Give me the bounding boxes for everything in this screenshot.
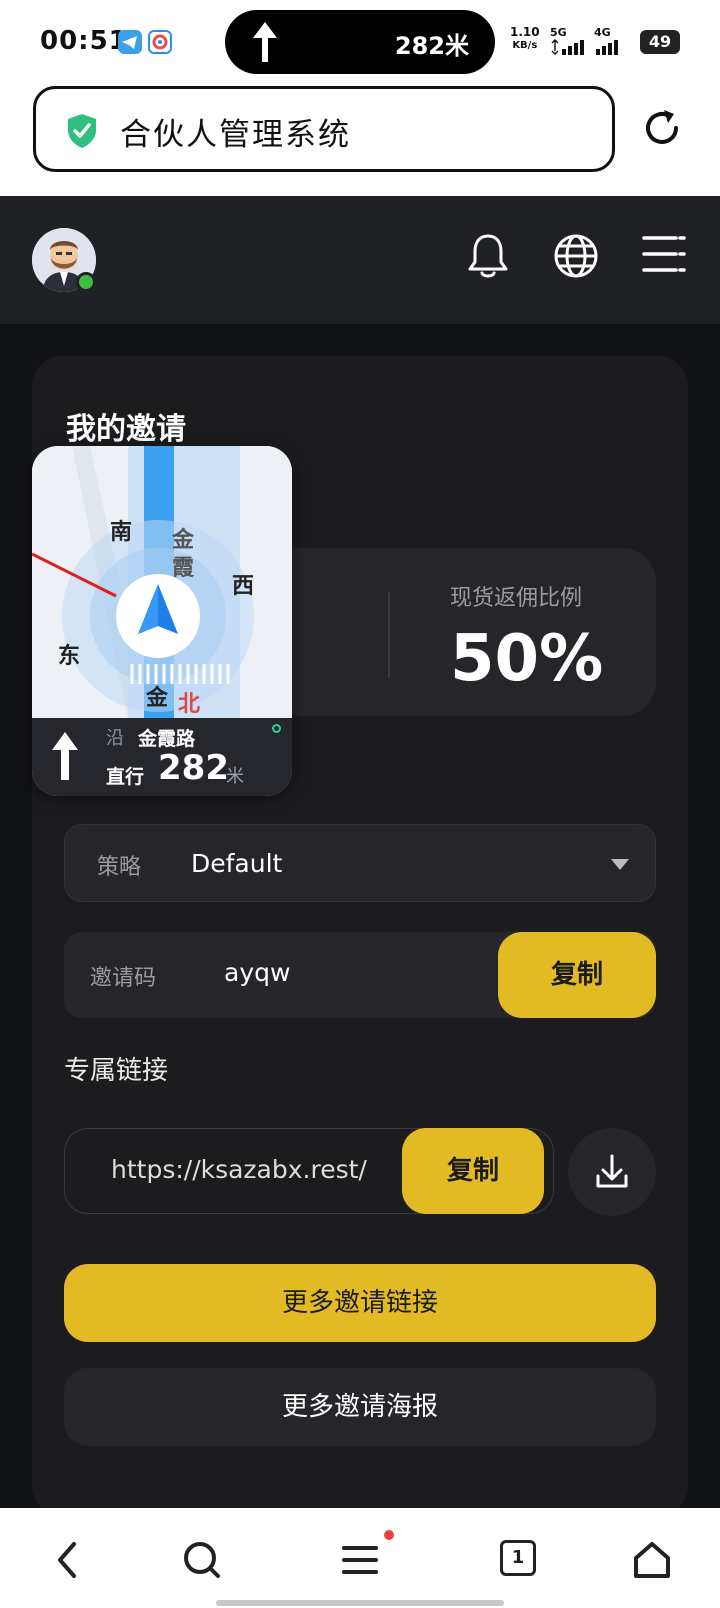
- shield-check-icon: [68, 114, 96, 148]
- battery-indicator: 49: [640, 30, 680, 54]
- download-button[interactable]: [568, 1128, 656, 1216]
- map-label-road-3: 金: [146, 686, 169, 711]
- home-icon[interactable]: [632, 1540, 672, 1580]
- nav-action: 直行: [106, 766, 145, 788]
- nav-distance-unit: 米: [226, 766, 244, 787]
- straight-arrow-icon: [52, 732, 78, 780]
- browser-bottom-bar: 1: [0, 1508, 720, 1608]
- navigation-instruction: 沿 金霞路 直行 282 米: [32, 718, 292, 796]
- notification-dot: [384, 1530, 394, 1540]
- site-title: 合伙人管理系统: [120, 117, 351, 153]
- navigation-widget[interactable]: 南 金 霞 西 东 金 北 沿 金霞路 直行 282 米: [32, 446, 292, 796]
- menu-icon[interactable]: [340, 1540, 380, 1580]
- map-label-road-2: 霞: [172, 556, 195, 581]
- commission-rate-label: 现货返佣比例: [450, 586, 583, 611]
- navigation-distance: 282米: [394, 32, 469, 60]
- strategy-value: Default: [191, 849, 283, 878]
- signal-4g-icon: 4G: [594, 26, 624, 59]
- invite-code-label: 邀请码: [90, 966, 157, 991]
- address-field[interactable]: 合伙人管理系统: [33, 86, 615, 172]
- signal-5g-icon: 5G: [550, 26, 586, 59]
- online-status-dot: [76, 272, 96, 292]
- tabs-button[interactable]: 1: [500, 1540, 536, 1576]
- nav-road-name: 金霞路: [138, 728, 196, 750]
- browser-address-bar: 合伙人管理系统: [0, 84, 720, 196]
- telegram-icon: [118, 30, 142, 54]
- exclusive-link-value[interactable]: https://ksazabx.rest/: [111, 1155, 367, 1184]
- strategy-select[interactable]: 策略 Default: [64, 824, 656, 902]
- gps-status-icon: [272, 724, 281, 733]
- status-bar: 00:51 282米 1.10 KB/s 5G 4G 49: [0, 0, 720, 84]
- map-label-west: 西: [232, 574, 255, 599]
- clock: 00:51: [40, 26, 128, 56]
- bell-icon[interactable]: [466, 232, 510, 280]
- app-notification-icon: [148, 30, 172, 54]
- invite-title: 我的邀请: [66, 412, 186, 447]
- exclusive-link-label: 专属链接: [64, 1056, 169, 1086]
- more-invite-posters-button[interactable]: 更多邀请海报: [64, 1368, 656, 1446]
- globe-icon[interactable]: [552, 232, 600, 280]
- commission-rate-value: 50%: [450, 622, 604, 696]
- search-icon[interactable]: [182, 1540, 222, 1580]
- straight-arrow-icon: [253, 22, 277, 62]
- download-icon: [596, 1154, 628, 1188]
- back-icon[interactable]: [52, 1540, 82, 1580]
- net-speed-unit: KB/s: [512, 40, 538, 51]
- refresh-icon[interactable]: [640, 106, 684, 150]
- map-label-north: 北: [178, 692, 201, 717]
- net-speed-value: 1.10: [510, 25, 540, 39]
- more-invite-links-button[interactable]: 更多邀请链接: [64, 1264, 656, 1342]
- nav-distance: 282: [158, 748, 229, 788]
- copy-code-button[interactable]: 复制: [498, 932, 656, 1018]
- copy-link-button[interactable]: 复制: [402, 1128, 544, 1214]
- menu-icon[interactable]: [642, 232, 686, 276]
- sim1-label: 5G: [550, 26, 567, 39]
- nav-along-label: 沿: [106, 728, 124, 749]
- stats-divider: [388, 592, 390, 678]
- map-label-south: 南: [110, 520, 133, 545]
- map-label-east: 东: [58, 644, 81, 669]
- navigation-pill[interactable]: 282米: [225, 10, 495, 74]
- invite-code-value[interactable]: ayqw: [224, 958, 290, 987]
- app-header: [0, 196, 720, 324]
- strategy-label: 策略: [97, 855, 142, 880]
- sim2-label: 4G: [594, 26, 611, 39]
- chevron-down-icon: [611, 859, 629, 870]
- home-indicator: [216, 1600, 504, 1606]
- network-speed: 1.10 KB/s: [510, 26, 540, 52]
